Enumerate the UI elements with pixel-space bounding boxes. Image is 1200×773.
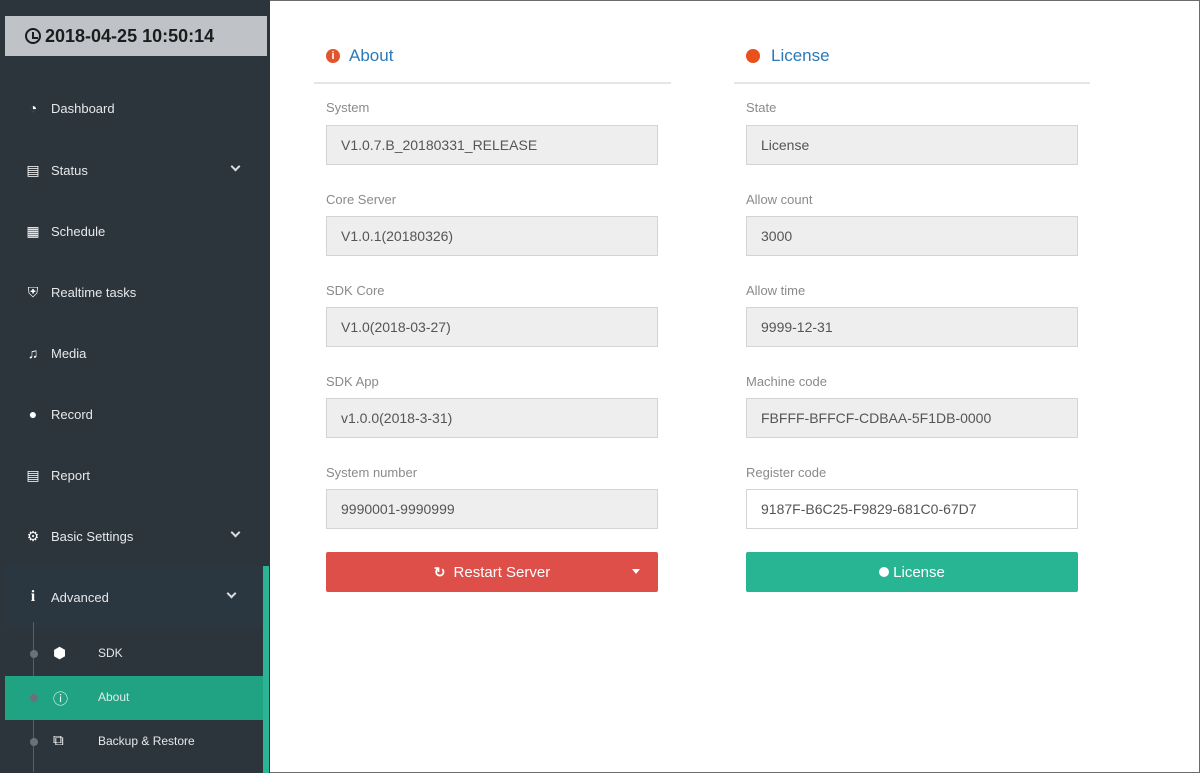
field-label-core-server: Core Server (326, 192, 397, 207)
microphone-icon: ● (28, 406, 38, 422)
restart-server-label: Restart Server (453, 563, 551, 581)
core-server-field: V1.0.1(20180326) (326, 216, 658, 256)
register-code-input[interactable]: 9187F-B6C25-F9829-681C0-67D7 (746, 489, 1078, 529)
state-field: License (746, 125, 1078, 165)
sdk-app-field: v1.0.0(2018-3-31) (326, 398, 658, 438)
schedule-icon: ▦ (26, 222, 40, 239)
field-label-sdk-app: SDK App (326, 374, 379, 389)
sidebar-item-label: Media (51, 345, 87, 361)
field-label-system-number: System number (326, 465, 418, 480)
submenu-item-label: About (98, 690, 130, 704)
sidebar-item-label: Advanced (51, 589, 109, 605)
sidebar-item-label: Basic Settings (51, 528, 134, 544)
sidebar-item-record[interactable]: ● Record (5, 383, 267, 445)
copy-icon: ⧉ (53, 732, 64, 749)
gear-icon: ⚙ (26, 527, 40, 544)
sidebar-item-dashboard[interactable]: ◔ Dashboard (5, 77, 267, 139)
sidebar-item-label: Schedule (51, 223, 106, 239)
chevron-down-icon (230, 527, 241, 538)
restart-server-button[interactable]: ↻ Restart Server (326, 552, 658, 592)
sdk-core-field: V1.0(2018-03-27) (326, 307, 658, 347)
refresh-icon: ↻ (433, 563, 446, 580)
music-icon: ♫ (27, 345, 39, 361)
sidebar-item-realtime-tasks[interactable]: ⛨ Realtime tasks (5, 261, 267, 323)
system-number-field: 9990001-9990999 (326, 489, 658, 529)
sidebar-item-label: Status (51, 162, 88, 178)
submenu-item-label: SDK (98, 646, 123, 660)
field-label-system: System (326, 100, 370, 115)
status-dot-icon (746, 49, 760, 63)
system-field: V1.0.7.B_20180331_RELEASE (326, 125, 658, 165)
info-circle-icon: ⓘ (53, 691, 69, 708)
sidebar: 2018-04-25 10:50:14 ◔ Dashboard ▤ Status… (0, 0, 270, 773)
info-icon: i (30, 588, 36, 605)
machine-code-field: FBFFF-BFFCF-CDBAA-5F1DB-0000 (746, 398, 1078, 438)
caret-down-icon[interactable] (632, 569, 640, 574)
sidebar-item-media[interactable]: ♫ Media (5, 322, 267, 384)
chevron-down-icon (230, 161, 241, 172)
license-button[interactable]: License (746, 552, 1078, 592)
chevron-down-icon (226, 588, 237, 599)
clock-icon (25, 28, 41, 44)
field-label-sdk-core: SDK Core (326, 283, 385, 298)
cube-icon: ⬢ (53, 645, 67, 662)
dashboard-icon: ◔ (28, 100, 38, 116)
allow-count-field: 3000 (746, 216, 1078, 256)
submenu-item-backup-restore[interactable]: ⧉ Backup & Restore (5, 720, 263, 764)
about-title-text: About (349, 46, 394, 65)
license-title-text: License (771, 46, 830, 65)
sidebar-item-label: Realtime tasks (51, 284, 137, 300)
allow-time-field: 9999-12-31 (746, 307, 1078, 347)
status-icon: ▤ (26, 161, 40, 178)
info-icon: i (326, 49, 340, 63)
sidebar-item-report[interactable]: ▤ Report (5, 444, 267, 506)
bullet-icon (30, 650, 38, 658)
submenu-item-about[interactable]: ⓘ About (5, 676, 263, 720)
circle-icon (879, 567, 890, 577)
shield-icon: ⛨ (27, 283, 39, 300)
divider (734, 82, 1090, 84)
sidebar-item-schedule[interactable]: ▦ Schedule (5, 200, 267, 262)
submenu-item-label: Backup & Restore (98, 734, 195, 748)
sidebar-item-status[interactable]: ▤ Status (5, 139, 267, 201)
sidebar-item-advanced[interactable]: i Advanced (5, 566, 263, 628)
field-label-register-code: Register code (746, 465, 827, 480)
field-label-machine-code: Machine code (746, 374, 827, 389)
bullet-icon (30, 694, 38, 702)
datetime-text: 2018-04-25 10:50:14 (45, 25, 215, 46)
sidebar-item-label: Record (51, 406, 93, 422)
license-button-label: License (893, 563, 945, 581)
about-title: i About (326, 46, 393, 66)
sidebar-item-label: Dashboard (51, 100, 115, 116)
field-label-allow-count: Allow count (746, 192, 813, 207)
sidebar-item-basic-settings[interactable]: ⚙ Basic Settings (5, 505, 267, 567)
field-label-state: State (746, 100, 777, 115)
submenu-item-sdk[interactable]: ⬢ SDK (5, 632, 263, 676)
license-title: License (746, 46, 830, 66)
bullet-icon (30, 738, 38, 746)
report-icon: ▤ (26, 466, 40, 483)
sidebar-item-label: Report (51, 467, 91, 483)
field-label-allow-time: Allow time (746, 283, 806, 298)
datetime-display: 2018-04-25 10:50:14 (5, 16, 267, 56)
active-indicator (263, 566, 269, 773)
divider (314, 82, 671, 84)
